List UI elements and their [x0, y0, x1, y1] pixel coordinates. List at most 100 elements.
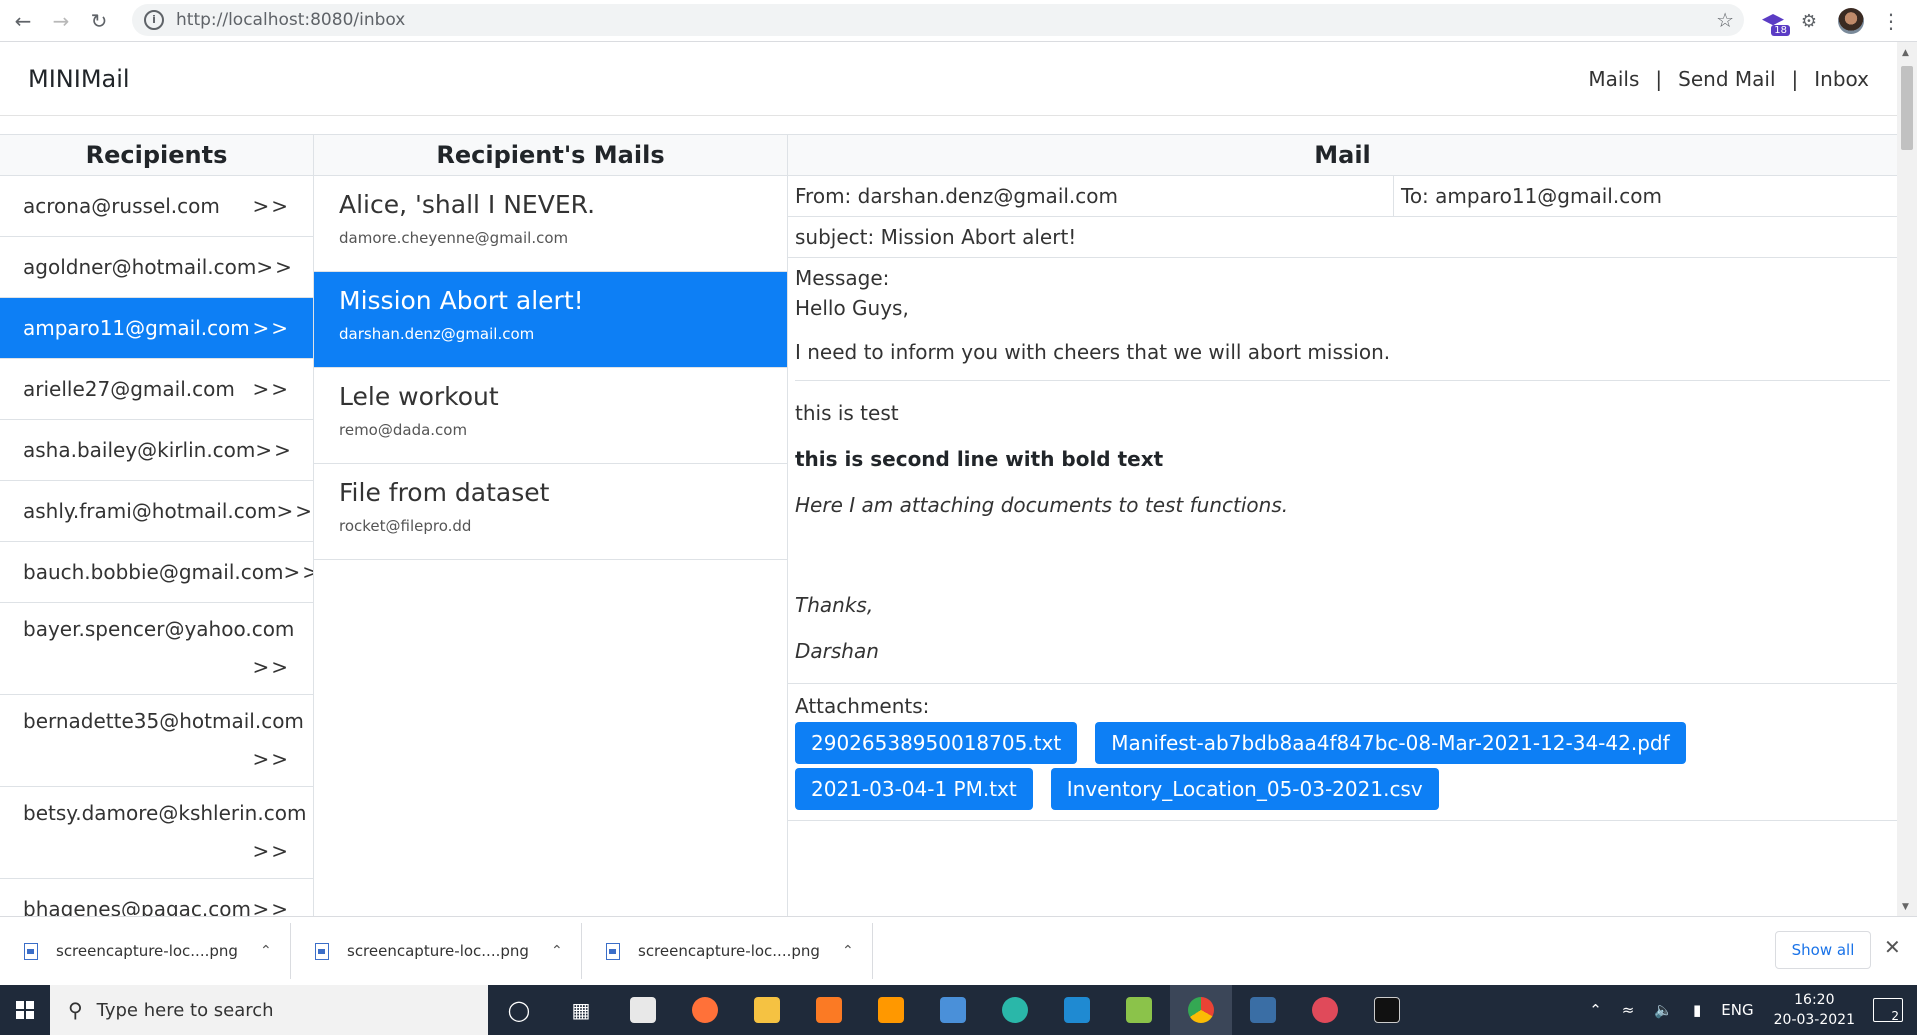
- chrome-icon[interactable]: [1170, 985, 1232, 1035]
- attachments-section: Attachments: 29026538950018705.txt Manif…: [788, 684, 1897, 821]
- recipient-item[interactable]: betsy.damore@kshlerin.com >>: [0, 787, 313, 879]
- message-divider: [795, 380, 1890, 381]
- recipient-item-selected[interactable]: amparo11@gmail.com >>: [0, 298, 313, 359]
- address-bar[interactable]: i http://localhost:8080/inbox ☆: [132, 4, 1744, 36]
- clock[interactable]: 16:20 20-03-2021: [1774, 990, 1855, 1030]
- recipient-item[interactable]: bhagenes@pagac.com >>: [0, 879, 313, 916]
- clock-date: 20-03-2021: [1773, 1012, 1855, 1028]
- search-icon: ⚲: [68, 998, 83, 1022]
- mail-list-item[interactable]: Alice, 'shall I NEVER. damore.cheyenne@g…: [314, 176, 787, 272]
- recipient-arrow: >>: [252, 377, 290, 401]
- nav-links: Mails | Send Mail | Inbox: [1588, 67, 1869, 91]
- image-file-icon: [24, 942, 38, 960]
- recipient-item[interactable]: bernadette35@hotmail.com >>: [0, 695, 313, 787]
- recipient-item[interactable]: bayer.spencer@yahoo.com >>: [0, 603, 313, 695]
- recipient-arrow: >>: [276, 499, 314, 523]
- three-pane-layout: Recipients acrona@russel.com >> agoldner…: [0, 134, 1897, 916]
- nav-link-inbox[interactable]: Inbox: [1814, 67, 1869, 91]
- notification-count: 2: [1891, 1009, 1899, 1023]
- site-info-icon[interactable]: i: [144, 10, 164, 30]
- browser-menu-icon[interactable]: ⋮: [1876, 6, 1906, 36]
- download-filename: screencapture-loc....png: [56, 942, 238, 960]
- wifi-icon[interactable]: ≈: [1622, 1001, 1635, 1019]
- reload-icon[interactable]: ↻: [84, 6, 114, 36]
- recipient-item[interactable]: ashly.frami@hotmail.com >>: [0, 481, 313, 542]
- snipping-tool-icon[interactable]: [1294, 985, 1356, 1035]
- message-line-italic: Here I am attaching documents to test fu…: [795, 493, 1289, 517]
- recipient-item[interactable]: bauch.bobbie@gmail.com >>: [0, 542, 313, 603]
- notepad-plus-icon[interactable]: [1108, 985, 1170, 1035]
- recipient-email: betsy.damore@kshlerin.com: [23, 801, 307, 825]
- mail-subject: File from dataset: [339, 478, 550, 507]
- recipient-item[interactable]: acrona@russel.com >>: [0, 176, 313, 237]
- mysql-workbench-icon[interactable]: [1232, 985, 1294, 1035]
- file-explorer-icon[interactable]: [736, 985, 798, 1035]
- mail-list-item[interactable]: Lele workout remo@dada.com: [314, 368, 787, 464]
- mail-subject: Alice, 'shall I NEVER.: [339, 190, 596, 219]
- download-item[interactable]: screencapture-loc....png ⌃: [0, 923, 291, 979]
- recipient-item[interactable]: agoldner@hotmail.com >>: [0, 237, 313, 298]
- xampp-icon[interactable]: [798, 985, 860, 1035]
- recipient-arrow: >>: [252, 839, 290, 863]
- chevron-up-icon[interactable]: ⌃: [260, 943, 290, 959]
- chevron-up-icon[interactable]: ⌃: [842, 943, 872, 959]
- page-scrollbar[interactable]: ▲ ▼: [1897, 42, 1917, 916]
- mail-sender: rocket@filepro.dd: [339, 517, 472, 535]
- attachment-button[interactable]: Inventory_Location_05-03-2021.csv: [1050, 768, 1439, 810]
- taskbar-search[interactable]: ⚲ Type here to search: [50, 985, 488, 1035]
- mail-sender: damore.cheyenne@gmail.com: [339, 229, 569, 247]
- mail-list-item[interactable]: File from dataset rocket@filepro.dd: [314, 464, 787, 560]
- scroll-down-icon[interactable]: ▼: [1902, 902, 1909, 912]
- attachment-button[interactable]: 29026538950018705.txt: [795, 722, 1078, 764]
- task-view-icon[interactable]: ▦: [550, 985, 612, 1035]
- forward-icon[interactable]: →: [46, 6, 76, 36]
- system-tray: ⌃ ≈ 🔈 ▮ ENG 16:20 20-03-2021 2: [1579, 985, 1917, 1035]
- vscode-icon[interactable]: [1046, 985, 1108, 1035]
- recipient-item[interactable]: asha.bailey@kirlin.com >>: [0, 420, 313, 481]
- extensions-puzzle-icon[interactable]: ⚙: [1794, 6, 1824, 36]
- attachment-button[interactable]: 2021-03-04-1 PM.txt: [795, 768, 1033, 810]
- mails-pane: Recipient's Mails Alice, 'shall I NEVER.…: [314, 134, 788, 916]
- message-thanks: Thanks,: [795, 593, 874, 617]
- recipient-item[interactable]: arielle27@gmail.com >>: [0, 359, 313, 420]
- recipient-arrow: >>: [283, 560, 313, 584]
- bookmark-star-icon[interactable]: ☆: [1716, 8, 1734, 32]
- volume-icon[interactable]: 🔈: [1654, 1001, 1673, 1019]
- terminal-icon[interactable]: [1356, 985, 1418, 1035]
- mail-list-item-selected[interactable]: Mission Abort alert! darshan.denz@gmail.…: [314, 272, 787, 368]
- windows-start-icon[interactable]: [0, 985, 50, 1035]
- address-bar-url[interactable]: http://localhost:8080/inbox: [176, 10, 405, 30]
- nav-separator: |: [1791, 66, 1799, 91]
- attachment-button[interactable]: Manifest-ab7bdb8aa4f847bc-08-Mar-2021-12…: [1095, 722, 1686, 764]
- graduation-cap-extension-icon[interactable]: 18: [1758, 6, 1790, 36]
- mail-message: Message: Hello Guys, I need to inform yo…: [788, 258, 1897, 684]
- language-indicator[interactable]: ENG: [1721, 1001, 1753, 1019]
- brand-logo[interactable]: MINIMail: [28, 65, 130, 93]
- edge-icon[interactable]: [984, 985, 1046, 1035]
- chevron-up-icon[interactable]: ⌃: [551, 943, 581, 959]
- store-icon[interactable]: [612, 985, 674, 1035]
- profile-avatar[interactable]: [1836, 6, 1866, 36]
- sublime-text-icon[interactable]: [860, 985, 922, 1035]
- recipient-email: bauch.bobbie@gmail.com: [23, 560, 284, 584]
- message-greeting: Hello Guys,: [795, 296, 909, 320]
- nav-link-mails[interactable]: Mails: [1588, 67, 1639, 91]
- scroll-up-icon[interactable]: ▲: [1902, 48, 1909, 58]
- downloads-bar: screencapture-loc....png ⌃ screencapture…: [0, 916, 1917, 985]
- mail-subject: Lele workout: [339, 382, 499, 411]
- recipient-email: agoldner@hotmail.com: [23, 255, 257, 279]
- recipients-header: Recipients: [0, 134, 313, 176]
- notifications-icon[interactable]: 2: [1873, 998, 1903, 1023]
- scrollbar-thumb[interactable]: [1901, 66, 1913, 150]
- back-icon[interactable]: ←: [8, 6, 38, 36]
- close-icon[interactable]: ✕: [1884, 935, 1901, 959]
- firefox-icon[interactable]: [674, 985, 736, 1035]
- download-item[interactable]: screencapture-loc....png ⌃: [291, 923, 582, 979]
- nav-link-send-mail[interactable]: Send Mail: [1678, 67, 1775, 91]
- chevron-up-icon[interactable]: ⌃: [1589, 1001, 1602, 1019]
- battery-icon[interactable]: ▮: [1693, 1001, 1701, 1019]
- network-app-icon[interactable]: [922, 985, 984, 1035]
- cortana-icon[interactable]: ◯: [488, 985, 550, 1035]
- download-item[interactable]: screencapture-loc....png ⌃: [582, 923, 873, 979]
- show-all-downloads-button[interactable]: Show all: [1775, 931, 1871, 969]
